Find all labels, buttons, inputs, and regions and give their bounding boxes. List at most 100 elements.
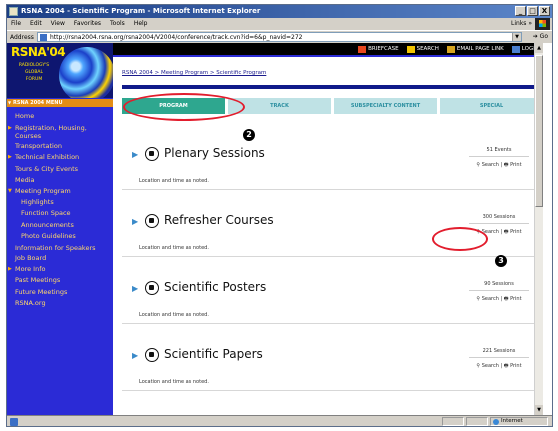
sidebar-item-rsna-org[interactable]: RSNA.org (7, 298, 113, 309)
search-action[interactable]: ⚲ Search (476, 296, 498, 302)
tab-subspecialty-content[interactable]: SUBSPECIALTY CONTENT (334, 98, 437, 114)
maximize-button[interactable]: □ (527, 6, 538, 16)
ie-page-icon (9, 7, 18, 16)
vertical-scrollbar[interactable]: ▲ ▼ (534, 43, 543, 415)
sidebar-item-job-board[interactable]: Job Board (7, 253, 113, 264)
sidebar-menu-header: RSNA 2004 MENU (7, 99, 113, 107)
menu-favorites[interactable]: Favorites (74, 18, 101, 30)
print-label: Print (510, 229, 522, 235)
papers-icon (145, 348, 159, 362)
count-divider (469, 223, 529, 224)
window-title: RSNA 2004 - Scientific Program - Microso… (21, 7, 261, 15)
sidebar-item-transportation[interactable]: Transportation (7, 141, 113, 152)
count-divider (469, 357, 529, 358)
sidebar-item-speakers[interactable]: Information for Speakers (7, 242, 113, 253)
sidebar-nav: Home Registration, Housing, Courses Tran… (7, 111, 113, 309)
search-label: Search (481, 296, 499, 302)
utility-links: BRIEFCASE SEARCH EMAIL PAGE LINK LOGIN (358, 46, 539, 53)
logo-text: RSNA'04 (11, 45, 66, 59)
count-divider (469, 290, 529, 291)
section-actions: ⚲ Search | 🖶 Print (476, 296, 522, 302)
section-actions: ⚲ Search | 🖶 Print (476, 162, 522, 168)
briefcase-label: BRIEFCASE (368, 46, 399, 52)
menu-edit[interactable]: Edit (30, 18, 42, 30)
search-link[interactable]: SEARCH (406, 46, 439, 53)
menu-view[interactable]: View (51, 18, 65, 30)
scroll-up-icon[interactable]: ▲ (535, 43, 543, 53)
address-dropdown-icon[interactable]: ▼ (512, 33, 521, 41)
address-label: Address (10, 34, 34, 41)
sidebar-item-photo-guidelines[interactable]: Photo Guidelines (7, 231, 113, 242)
menu-help[interactable]: Help (134, 18, 148, 30)
section-count: 221 Sessions (482, 348, 516, 354)
email-page-link[interactable]: EMAIL PAGE LINK (446, 46, 504, 53)
sidebar-item-announcements[interactable]: Announcements (7, 220, 113, 231)
scrollbar-thumb[interactable] (535, 55, 543, 207)
briefcase-icon (358, 46, 367, 53)
tab-special[interactable]: SPECIAL (440, 98, 543, 114)
go-label: Go (539, 33, 548, 40)
sidebar-item-technical-exhibition[interactable]: Technical Exhibition (7, 152, 113, 163)
posters-icon (145, 281, 159, 295)
expand-arrow-icon[interactable]: ▶ (132, 150, 138, 159)
sidebar-item-future-meetings[interactable]: Future Meetings (7, 287, 113, 298)
print-label: Print (510, 296, 522, 302)
callout-badge-3: 3 (495, 255, 507, 267)
sidebar-item-past-meetings[interactable]: Past Meetings (7, 275, 113, 286)
search-label: SEARCH (416, 46, 439, 52)
windows-logo-icon (535, 18, 550, 30)
section-title[interactable]: Scientific Posters (164, 280, 266, 294)
go-button[interactable]: ➔ Go (533, 33, 548, 40)
expand-arrow-icon[interactable]: ▶ (132, 284, 138, 293)
breadcrumb[interactable]: RSNA 2004 > Meeting Program > Scientific… (122, 70, 266, 76)
menu-tools[interactable]: Tools (110, 18, 125, 30)
header-divider (122, 85, 543, 89)
refresher-icon (145, 214, 159, 228)
print-action[interactable]: 🖶 Print (504, 296, 522, 302)
sidebar-item-media[interactable]: Media (7, 175, 113, 186)
print-action[interactable]: 🖶 Print (504, 363, 522, 369)
highlight-oval-program-tab (123, 93, 245, 121)
print-action[interactable]: 🖶 Print (504, 229, 522, 235)
section-scientific-papers: ▶ Scientific Papers Location and time as… (122, 339, 543, 391)
scroll-down-icon[interactable]: ▼ (535, 405, 543, 415)
search-action[interactable]: ⚲ Search (476, 363, 498, 369)
window-controls: _ □ X (515, 6, 550, 16)
sidebar-item-function-space[interactable]: Function Space (7, 208, 113, 219)
highlight-oval-search (432, 227, 488, 251)
briefcase-link[interactable]: BRIEFCASE (358, 46, 399, 53)
search-label: Search (481, 363, 499, 369)
sidebar-item-registration[interactable]: Registration, Housing, Courses (7, 122, 113, 141)
email-label: EMAIL PAGE LINK (456, 46, 504, 52)
section-title[interactable]: Scientific Papers (164, 347, 263, 361)
internet-zone: Internet (490, 417, 548, 426)
expand-arrow-icon[interactable]: ▶ (132, 217, 138, 226)
menu-file[interactable]: File (11, 18, 21, 30)
browser-window: RSNA 2004 - Scientific Program - Microso… (6, 4, 553, 427)
links-button[interactable]: Links » (511, 19, 532, 29)
print-action[interactable]: 🖶 Print (504, 162, 522, 168)
sidebar-item-meeting-program[interactable]: Meeting Program (7, 186, 113, 197)
logo-subtitle: RADIOLOGY'S GLOBAL FORUM (18, 63, 50, 82)
section-scientific-posters: ▶ Scientific Posters Location and time a… (122, 272, 543, 324)
search-action[interactable]: ⚲ Search (476, 162, 498, 168)
rsna-logo[interactable]: RSNA'04 RADIOLOGY'S GLOBAL FORUM (7, 43, 113, 98)
address-input[interactable]: http://rsna2004.rsna.org/rsna2004/V2004/… (37, 32, 522, 42)
section-plenary-sessions: ▶ Plenary Sessions Location and time as … (122, 138, 543, 190)
sidebar-item-home[interactable]: Home (7, 111, 113, 122)
section-title[interactable]: Plenary Sessions (164, 146, 265, 160)
count-divider (469, 156, 529, 157)
section-actions: ⚲ Search | 🖶 Print (476, 363, 522, 369)
section-title[interactable]: Refresher Courses (164, 213, 274, 227)
minimize-button[interactable]: _ (515, 6, 526, 16)
section-location: Location and time as noted. (139, 312, 209, 318)
sidebar-item-tours[interactable]: Tours & City Events (7, 164, 113, 175)
close-button[interactable]: X (539, 6, 550, 16)
section-count: 300 Sessions (482, 214, 516, 220)
expand-arrow-icon[interactable]: ▶ (132, 351, 138, 360)
sidebar-item-highlights[interactable]: Highlights (7, 197, 113, 208)
email-icon (446, 46, 455, 53)
sidebar-item-more-info[interactable]: More Info (7, 264, 113, 275)
status-cell (466, 417, 488, 426)
address-bar: Address http://rsna2004.rsna.org/rsna200… (7, 30, 552, 43)
